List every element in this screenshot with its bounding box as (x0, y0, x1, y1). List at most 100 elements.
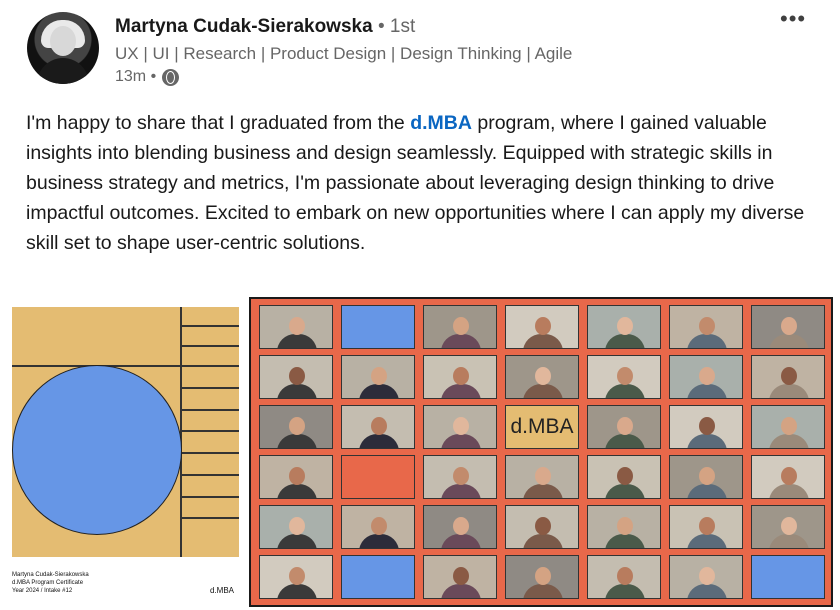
participant-body (441, 534, 481, 548)
author-line: Martyna Cudak-Sierakowska • 1st (115, 16, 415, 38)
participant-tile (259, 405, 333, 449)
dmba-link[interactable]: d.MBA (410, 112, 472, 134)
participant-head (699, 467, 715, 485)
participant-tile (669, 355, 743, 399)
participant-head (781, 517, 797, 535)
participant-tile (423, 505, 497, 549)
participant-head (371, 517, 387, 535)
participant-body (605, 584, 645, 598)
participant-head (699, 367, 715, 385)
certificate-image[interactable]: Martyna Cudak-Sierakowska d.MBA Program … (0, 297, 249, 607)
certificate-divider (180, 345, 239, 347)
participant-tile (505, 305, 579, 349)
participant-body (277, 334, 317, 348)
participant-tile (587, 305, 661, 349)
participant-tile (505, 455, 579, 499)
participant-head (699, 317, 715, 335)
participant-body (769, 434, 809, 448)
participant-tile (751, 305, 825, 349)
participant-tile (669, 555, 743, 599)
certificate-divider (180, 430, 239, 432)
participant-head (453, 467, 469, 485)
participant-tile (669, 505, 743, 549)
participant-tile (587, 355, 661, 399)
post-meta: 13m • (115, 68, 180, 86)
participant-tile (505, 355, 579, 399)
participant-body (359, 434, 399, 448)
participant-body (441, 434, 481, 448)
certificate-caption: Martyna Cudak-Sierakowska d.MBA Program … (12, 571, 132, 595)
participant-body (441, 384, 481, 398)
participant-body (523, 334, 563, 348)
participant-head (453, 517, 469, 535)
participant-body (687, 434, 727, 448)
participant-tile (751, 455, 825, 499)
blank-tile (341, 555, 415, 599)
participant-tile (259, 505, 333, 549)
certificate-divider (180, 496, 239, 498)
participant-head (617, 367, 633, 385)
participant-body (277, 384, 317, 398)
participant-tile (669, 305, 743, 349)
participant-head (617, 467, 633, 485)
participant-body (605, 484, 645, 498)
participant-body (687, 584, 727, 598)
participant-body (441, 584, 481, 598)
participant-tile (423, 405, 497, 449)
certificate-name: Martyna Cudak-Sierakowska (12, 572, 89, 578)
participant-tile (423, 455, 497, 499)
participant-head (453, 417, 469, 435)
participant-tile (259, 305, 333, 349)
participant-head (535, 567, 551, 585)
participant-head (617, 567, 633, 585)
certificate-title: d.MBA Program Certificate (12, 580, 84, 586)
participant-tile (669, 455, 743, 499)
participant-body (277, 434, 317, 448)
participant-head (781, 367, 797, 385)
participant-head (453, 317, 469, 335)
participant-tile (423, 305, 497, 349)
post-text-before: I'm happy to share that I graduated from… (26, 112, 411, 134)
participant-head (617, 317, 633, 335)
participant-head (289, 567, 305, 585)
participant-tile (751, 355, 825, 399)
participant-head (371, 367, 387, 385)
more-options-button[interactable]: ••• (780, 6, 806, 32)
participant-head (535, 467, 551, 485)
participant-body (769, 334, 809, 348)
participant-body (687, 384, 727, 398)
blank-tile (341, 455, 415, 499)
author-avatar[interactable] (27, 12, 99, 84)
participant-tile (423, 555, 497, 599)
participant-head (289, 417, 305, 435)
participant-tile (587, 455, 661, 499)
video-call-grid-image[interactable]: d.MBA (249, 297, 833, 607)
certificate-logo: d.MBA (210, 586, 235, 595)
participant-body (687, 534, 727, 548)
participant-head (699, 567, 715, 585)
author-headline: UX | UI | Research | Product Design | De… (115, 44, 573, 63)
globe-icon (162, 68, 180, 86)
participant-tile (587, 405, 661, 449)
participant-head (781, 317, 797, 335)
participant-body (605, 334, 645, 348)
participant-body (687, 334, 727, 348)
participant-head (289, 317, 305, 335)
participant-head (453, 567, 469, 585)
participant-head (289, 517, 305, 535)
participant-body (769, 484, 809, 498)
participant-tile (341, 355, 415, 399)
participant-head (535, 317, 551, 335)
participant-body (441, 484, 481, 498)
participant-body (359, 384, 399, 398)
participant-body (523, 584, 563, 598)
participant-tile (587, 505, 661, 549)
participant-head (699, 517, 715, 535)
author-name[interactable]: Martyna Cudak-Sierakowska (115, 16, 373, 37)
certificate-circle (12, 365, 182, 535)
avatar-body (37, 58, 89, 84)
avatar-face (50, 26, 76, 56)
participant-head (781, 417, 797, 435)
participant-tile (505, 505, 579, 549)
participant-body (523, 484, 563, 498)
